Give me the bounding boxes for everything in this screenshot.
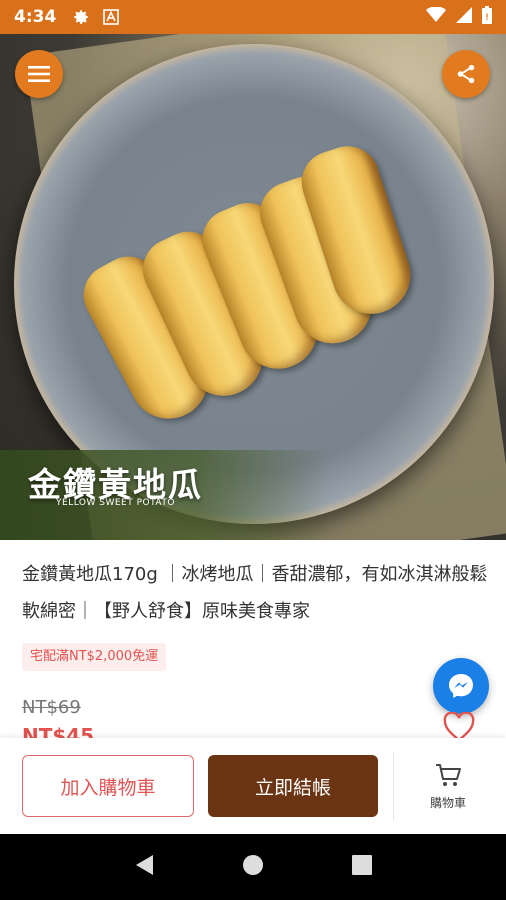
original-price: NT$69 bbox=[22, 697, 81, 718]
back-icon[interactable] bbox=[133, 853, 155, 881]
a-icon bbox=[102, 8, 120, 26]
share-icon bbox=[457, 64, 475, 84]
signal-icon bbox=[456, 7, 472, 27]
svg-text:!: ! bbox=[486, 12, 489, 22]
cart-icon bbox=[436, 764, 461, 786]
cart-tab-label: 購物車 bbox=[429, 796, 466, 810]
battery-icon: ! bbox=[482, 6, 492, 28]
menu-icon bbox=[28, 66, 50, 82]
add-to-cart-button[interactable]: 加入購物車 bbox=[22, 755, 194, 817]
product-hero-image: 金鑽黃地瓜 YELLOW SWEET POTATO bbox=[0, 34, 506, 540]
divider bbox=[393, 752, 394, 820]
share-button[interactable] bbox=[442, 50, 490, 98]
status-time: 4:34 bbox=[14, 7, 57, 27]
menu-button[interactable] bbox=[15, 50, 63, 98]
wifi-icon bbox=[426, 6, 446, 27]
status-bar: 4:34 ! bbox=[0, 0, 506, 34]
messenger-icon bbox=[449, 674, 473, 698]
bottom-action-bar: 加入購物車 立即結帳 購物車 bbox=[0, 738, 506, 834]
shipping-badge: 宅配滿NT$2,000免運 bbox=[22, 643, 167, 671]
hero-subtitle: YELLOW SWEET POTATO bbox=[56, 498, 175, 508]
recents-icon[interactable] bbox=[351, 854, 373, 880]
checkout-button[interactable]: 立即結帳 bbox=[208, 755, 378, 817]
system-nav-bar bbox=[0, 834, 506, 900]
home-icon[interactable] bbox=[241, 853, 265, 881]
messenger-button[interactable] bbox=[433, 658, 489, 714]
gear-icon bbox=[72, 8, 90, 26]
cart-tab[interactable]: 購物車 bbox=[410, 762, 486, 811]
product-title: 金鑽黃地瓜170g ｜冰烤地瓜｜香甜濃郁，有如冰淇淋般鬆軟綿密｜【野人舒食】原味… bbox=[22, 564, 488, 622]
